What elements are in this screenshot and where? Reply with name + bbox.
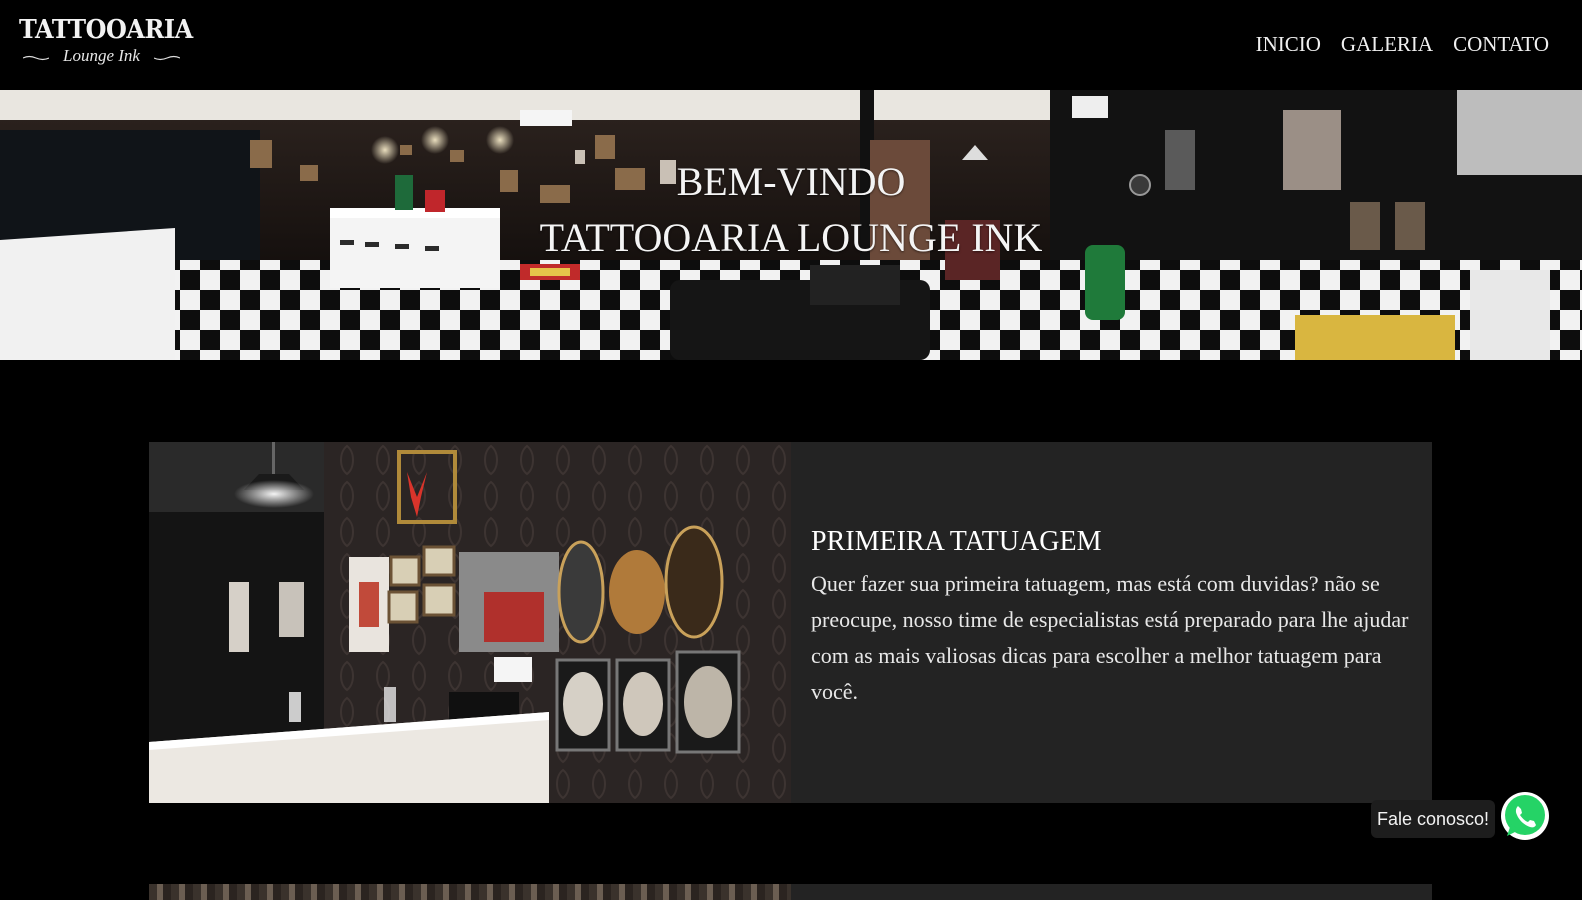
next-feature-card [149, 884, 1432, 900]
feature-card: PRIMEIRA TATUAGEM Quer fazer sua primeir… [149, 442, 1432, 803]
reception-photo [149, 442, 791, 803]
hero-heading: BEM-VINDO TATTOOARIA LOUNGE INK [0, 154, 1582, 266]
whatsapp-label[interactable]: Fale conosco! [1371, 800, 1496, 838]
logo-main-text: TATTOOARIA [19, 15, 193, 45]
next-feature-image [149, 884, 791, 900]
site-header: TATTOOARIA Lounge Ink INICIO GALERIA CON… [0, 0, 1582, 90]
brand-logo[interactable]: TATTOOARIA Lounge Ink [19, 15, 193, 71]
nav-contato[interactable]: CONTATO [1453, 30, 1549, 58]
flourish-icon [154, 55, 180, 61]
hero-line-2: TATTOOARIA LOUNGE INK [539, 215, 1043, 260]
feature-description: Quer fazer sua primeira tatuagem, mas es… [811, 571, 1409, 704]
feature-image [149, 442, 791, 803]
nav-galeria[interactable]: GALERIA [1341, 30, 1433, 58]
whatsapp-icon[interactable] [1499, 790, 1551, 842]
nav-inicio[interactable]: INICIO [1256, 30, 1321, 58]
feature-content: PRIMEIRA TATUAGEM Quer fazer sua primeir… [811, 522, 1411, 710]
hero-banner: BEM-VINDO TATTOOARIA LOUNGE INK [0, 90, 1582, 360]
main-nav: INICIO GALERIA CONTATO [1256, 30, 1549, 58]
hero-line-1: BEM-VINDO [676, 159, 906, 204]
feature-title: PRIMEIRA TATUAGEM [811, 526, 1102, 557]
